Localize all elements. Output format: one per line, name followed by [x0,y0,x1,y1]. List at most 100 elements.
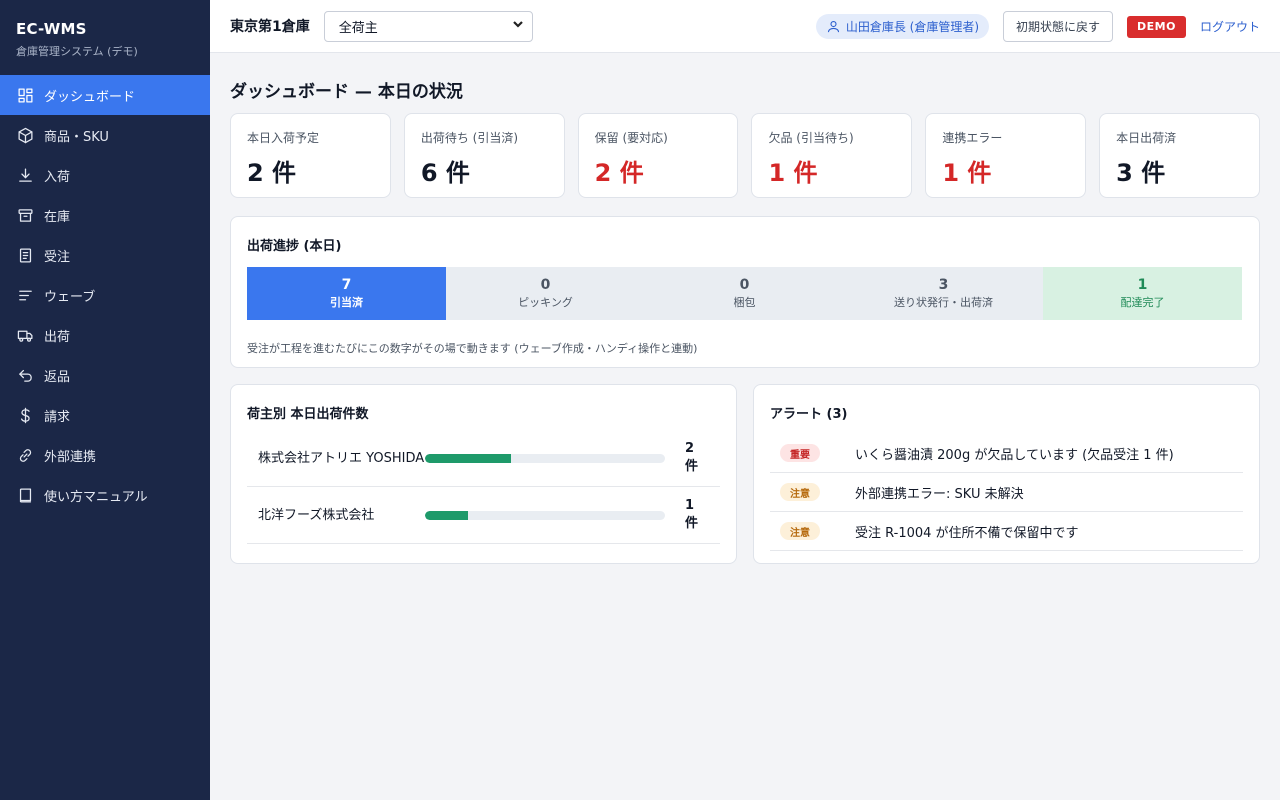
sidebar-item-5[interactable]: ウェーブ [0,275,210,315]
undo-icon [16,366,34,384]
sidebar-item-label: ダッシュボード [44,89,136,105]
sidebar: EC-WMS 倉庫管理システム (デモ) ダッシュボード 商品・SKU 入荷在庫受注… [0,0,210,800]
truck-icon [16,326,34,344]
shipper-row: 株式会社アトリエ YOSHIDA 2 件 [247,430,720,487]
sidebar-item-label: 返品 [44,369,71,385]
sidebar-item-label: 出荷 [44,329,71,345]
sidebar-item-4[interactable]: 受注 [0,235,210,275]
shipment-bar-track [425,510,665,520]
book-icon [16,486,34,504]
document-icon [16,246,34,264]
user-icon [827,20,839,33]
stat-value: 2 件 [247,159,297,187]
page-title: ダッシュボード — 本日の状況 [230,82,463,102]
shipper-row: 北洋フーズ株式会社 1 件 [247,487,720,544]
reset-button[interactable]: 初期状態に戻す [1003,11,1114,42]
stage-count: 3 [938,277,949,293]
sidebar-item-7[interactable]: 返品 [0,355,210,395]
stage-count: 0 [739,277,750,293]
alerts-panel: アラート (3) 重要 いくら醤油漬 200g が欠品しています (欠品受注 1 … [753,384,1260,564]
alert-level-badge: 注意 [780,483,820,501]
warehouse-name: 東京第1倉庫 [230,19,310,35]
alert-text: 受注 R-1004 が住所不備で保留中です [855,525,1079,541]
shipment-count: 1 件 [685,498,699,531]
stat-value: 1 件 [768,159,818,187]
shipment-bar-track [425,453,665,463]
alert-text: 外部連携エラー: SKU 未解決 [855,486,1024,502]
shipper-shipments-panel: 荷主別 本日出荷件数 株式会社アトリエ YOSHIDA 2 件北洋フーズ株式会社 1… [230,384,737,564]
sidebar-item-label: 請求 [44,409,71,425]
sidebar-item-3[interactable]: 在庫 [0,195,210,235]
alerts-title: アラート (3) [770,407,848,422]
sidebar-item-9[interactable]: 外部連携 [0,435,210,475]
shipper-name: 北洋フーズ株式会社 [258,507,375,523]
stage-count: 1 [1137,277,1148,293]
progress-stage[interactable]: 0 梱包 [645,267,844,320]
stat-card[interactable]: 保留 (要対応) 2 件 [577,113,739,198]
stat-label: 出荷待ち (引当済) [420,131,519,145]
dashboard-icon [16,86,34,104]
progress-note: 受注が工程を進むたびにこの数字がその場で動きます (ウェーブ作成・ハンディ操作と… [247,342,698,355]
alert-item[interactable]: 重要 いくら醤油漬 200g が欠品しています (欠品受注 1 件) [770,434,1243,473]
demo-badge: DEMO [1127,15,1186,38]
stat-cards: 本日入荷予定 2 件 出荷待ち (引当済) 6 件 保留 (要対応) 2 件 欠品 (引当待… [230,113,1260,198]
chevron-down-icon [512,18,524,34]
link-icon [16,446,34,464]
alert-item[interactable]: 注意 外部連携エラー: SKU 未解決 [770,473,1243,512]
progress-stage[interactable]: 0 ピッキング [446,267,645,320]
progress-title: 出荷進捗 (本日) [247,239,342,254]
logout-link[interactable]: ログアウト [1200,18,1260,35]
stat-card[interactable]: 本日入荷予定 2 件 [230,113,391,198]
shipper-name: 株式会社アトリエ YOSHIDA [258,450,425,466]
stage-label: ピッキング [518,296,573,309]
sidebar-item-8[interactable]: 請求 [0,395,210,435]
progress-pipeline: 7 引当済 0 ピッキング 0 梱包 3 送り状発行・出荷済 1 配達完了 [247,267,1243,320]
sidebar-item-label: 商品・SKU [44,129,109,145]
progress-stage[interactable]: 1 配達完了 [1043,267,1242,320]
stat-card[interactable]: 本日出荷済 3 件 [1099,113,1260,198]
sidebar-item-2[interactable]: 入荷 [0,155,210,195]
stage-count: 0 [540,277,551,293]
sidebar-item-label: 在庫 [44,209,71,225]
stat-card[interactable]: 欠品 (引当待ち) 1 件 [751,113,913,198]
shipping-progress-panel: 出荷進捗 (本日) 7 引当済 0 ピッキング 0 梱包 3 送り状発行・出荷済 1 配達完了 受… [230,216,1260,368]
shipment-count: 2 件 [685,441,699,474]
shipment-bar-fill [425,453,512,463]
stage-label: 配達完了 [1120,296,1165,309]
lines-icon [16,286,34,304]
progress-stage[interactable]: 3 送り状発行・出荷済 [844,267,1043,320]
sidebar-item-label: ウェーブ [44,289,96,305]
sidebar-item-label: 受注 [44,249,71,265]
shipper-panel-title: 荷主別 本日出荷件数 [247,407,369,422]
stat-value: 6 件 [420,159,470,187]
sidebar-item-10[interactable]: 使い方マニュアル [0,475,210,515]
user-badge[interactable]: 山田倉庫長 (倉庫管理者) [815,14,990,39]
stat-label: 保留 (要対応) [594,131,668,145]
dollar-icon [16,406,34,424]
brand-title: EC-WMS [16,20,87,38]
sidebar-item-label: 使い方マニュアル [44,489,148,505]
sidebar-item-0[interactable]: ダッシュボード [0,75,210,115]
shipper-select[interactable]: 全荷主 [323,10,533,42]
sidebar-nav: ダッシュボード 商品・SKU 入荷在庫受注ウェーブ出荷返品請求外部連携使い方マニュア… [0,75,210,515]
stage-count: 7 [341,277,352,293]
alert-level-badge: 重要 [780,444,820,462]
shipper-select-value: 全荷主 [338,20,378,36]
shipment-bar-fill [425,510,469,520]
sidebar-item-1[interactable]: 商品・SKU [0,115,210,155]
stage-label: 梱包 [733,296,756,309]
progress-stage[interactable]: 7 引当済 [247,267,446,320]
stat-value: 3 件 [1116,159,1166,187]
sidebar-item-6[interactable]: 出荷 [0,315,210,355]
user-name: 山田倉庫長 (倉庫管理者) [845,20,980,34]
brand-subtitle: 倉庫管理システム (デモ) [16,45,138,58]
download-icon [16,166,34,184]
stat-card[interactable]: 出荷待ち (引当済) 6 件 [403,113,565,198]
stat-card[interactable]: 連携エラー 1 件 [925,113,1087,198]
alert-item[interactable]: 注意 受注 R-1004 が住所不備で保留中です [770,512,1243,551]
alert-level-badge: 注意 [780,522,820,540]
brand: EC-WMS 倉庫管理システム (デモ) [0,0,210,75]
stat-label: 欠品 (引当待ち) [768,131,854,145]
top-header: 東京第1倉庫 全荷主 山田倉庫長 (倉庫管理者) 初期状態に戻す DEMO ログ… [210,0,1280,53]
sidebar-item-label: 入荷 [44,169,71,185]
